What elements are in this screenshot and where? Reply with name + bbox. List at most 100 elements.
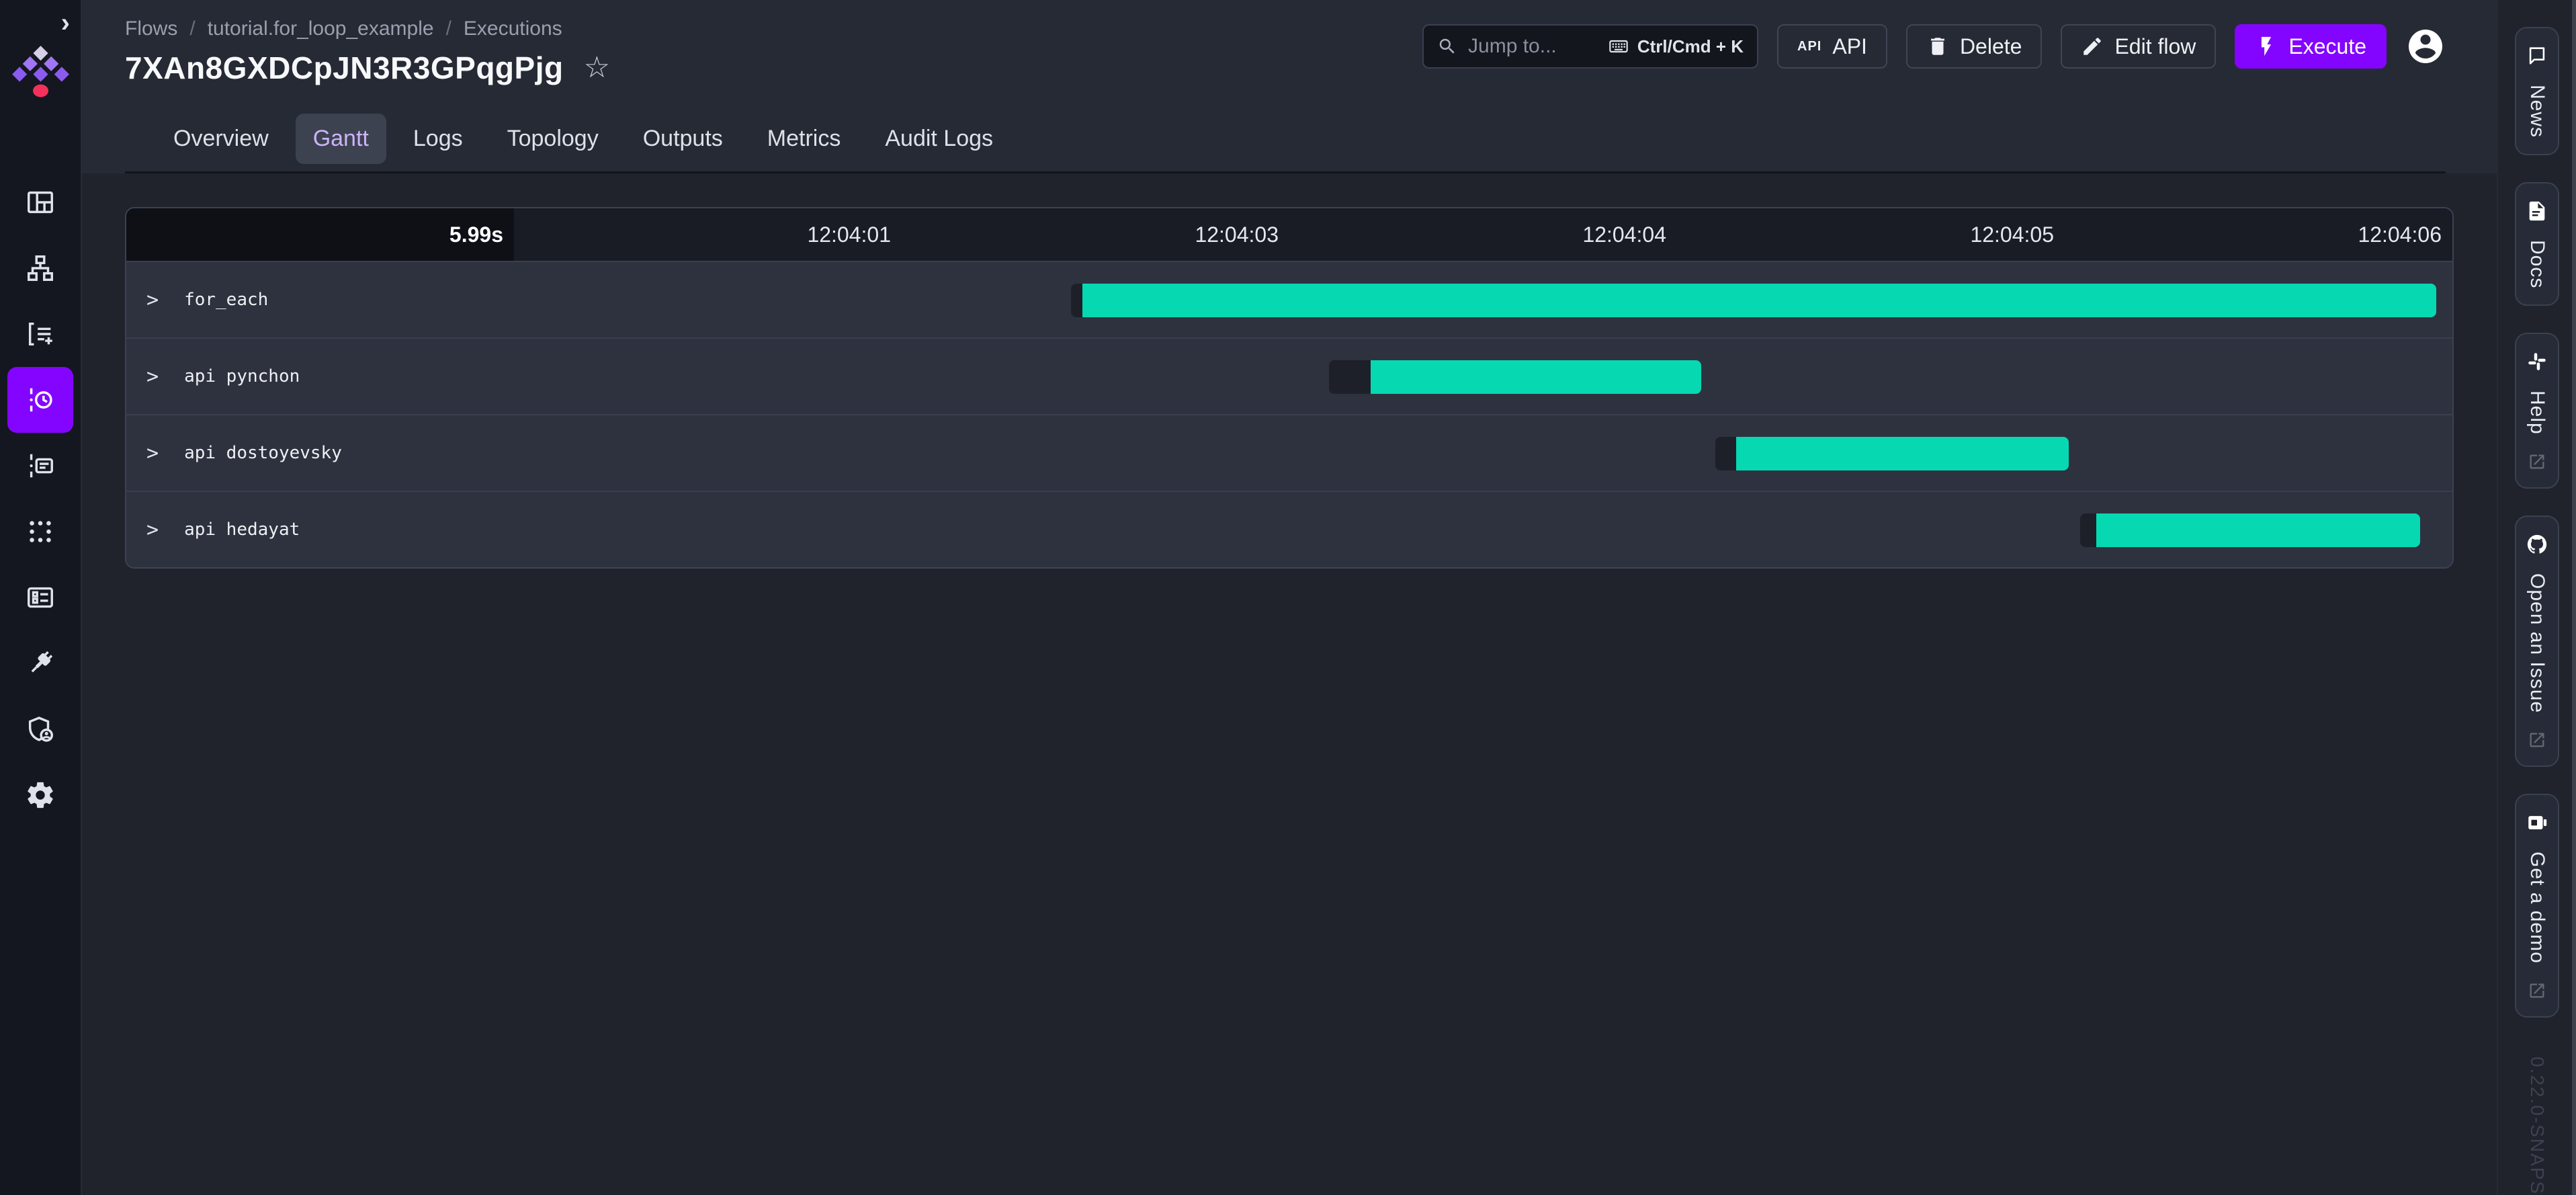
open-an-issue-label: Open an Issue [2526, 573, 2548, 713]
breadcrumb-flows[interactable]: Flows [125, 17, 177, 40]
gantt-panel: 5.99s 12:04:01 12:04:03 12:04:04 12:04:0… [125, 207, 2454, 569]
chevron-right-icon[interactable]: > [146, 288, 159, 312]
open-an-issue-button[interactable]: Open an Issue [2515, 516, 2559, 767]
right-rail: News Docs Help Open an Issue [2497, 0, 2576, 1195]
tab-audit-logs[interactable]: Audit Logs [867, 114, 1011, 164]
search-placeholder: Jump to... [1468, 35, 1597, 58]
gantt-bar-for-each[interactable] [1071, 284, 2436, 317]
gantt-bar-api-dostoyevsky[interactable] [1715, 437, 2069, 470]
task-name: api pynchon [184, 366, 300, 386]
gantt-row-api-hedayat[interactable]: > api hedayat [126, 491, 2452, 567]
tab-metrics[interactable]: Metrics [750, 114, 859, 164]
main-column: Flows / tutorial.for_loop_example / Exec… [82, 0, 2497, 1195]
gantt-duration-cell: 5.99s [126, 208, 514, 261]
gantt-bar-api-hedayat[interactable] [2080, 513, 2419, 547]
page-title: 7XAn8GXDCpJN3R3GPqgPjg [125, 50, 564, 86]
kestra-logo[interactable] [9, 43, 71, 102]
edit-flow-button[interactable]: Edit flow [2061, 24, 2216, 69]
chevron-right-icon[interactable]: > [146, 442, 159, 465]
search-input[interactable]: Jump to... Ctrl/Cmd + K [1422, 24, 1758, 69]
lightning-icon [2255, 35, 2278, 58]
bar-queued-segment [1329, 360, 1371, 394]
breadcrumb-separator: / [446, 17, 452, 40]
help-button[interactable]: Help [2515, 333, 2559, 489]
task-name: api hedayat [184, 520, 300, 540]
tab-topology[interactable]: Topology [490, 114, 616, 164]
tab-gantt[interactable]: Gantt [296, 114, 386, 164]
breadcrumb-namespace[interactable]: tutorial.for_loop_example [208, 17, 434, 40]
news-label: News [2526, 85, 2548, 138]
dashboard-icon [25, 187, 56, 218]
sidebar-item-blueprints[interactable] [7, 565, 73, 630]
gantt-tick: 12:04:01 [514, 208, 902, 261]
get-a-demo-button[interactable]: Get a demo [2515, 794, 2559, 1018]
task-name: api dostoyevsky [184, 443, 342, 463]
plugins-icon [25, 648, 56, 679]
executions-icon [25, 384, 56, 415]
pencil-icon [2081, 35, 2104, 58]
left-sidebar: › [0, 0, 82, 1195]
sidebar-item-settings[interactable] [7, 762, 73, 828]
sidebar-item-flows[interactable] [7, 235, 73, 301]
gantt-tick: 12:04:06 [2065, 208, 2452, 261]
gantt-time-axis: 5.99s 12:04:01 12:04:03 12:04:04 12:04:0… [126, 208, 2452, 261]
tab-logs[interactable]: Logs [396, 114, 480, 164]
app-version: 0.22.0-SNAPSH [2526, 1057, 2548, 1195]
keyboard-icon [1608, 36, 1629, 57]
tab-outputs[interactable]: Outputs [626, 114, 740, 164]
gantt-row-api-pynchon[interactable]: > api pynchon [126, 337, 2452, 414]
favorite-star-icon[interactable]: ☆ [584, 53, 610, 83]
api-button[interactable]: API API [1777, 24, 1887, 69]
news-bubble-icon [2526, 44, 2548, 67]
chevron-right-icon[interactable]: > [146, 518, 159, 542]
video-icon [2526, 811, 2548, 834]
tab-bar: Overview Gantt Logs Topology Outputs Met… [125, 106, 2446, 173]
vertical-scrollbar[interactable] [2572, 0, 2576, 1195]
sidebar-item-flow-editor[interactable] [7, 301, 73, 367]
bar-success-segment [1371, 360, 1701, 394]
sidebar-item-administration[interactable] [7, 696, 73, 762]
logs-icon [25, 450, 56, 481]
task-name: for_each [184, 290, 268, 310]
sidebar-item-apps[interactable] [7, 499, 73, 565]
chevron-right-icon[interactable]: > [146, 365, 159, 388]
sidebar-expand-chevron-icon[interactable]: › [61, 9, 70, 36]
bar-success-segment [1736, 437, 2069, 470]
search-icon [1437, 36, 1457, 56]
sidebar-item-plugins[interactable] [7, 630, 73, 696]
breadcrumb-executions[interactable]: Executions [464, 17, 562, 40]
gantt-tick: 12:04:04 [1289, 208, 1677, 261]
gantt-bar-api-pynchon[interactable] [1329, 360, 1701, 394]
gantt-row-api-dostoyevsky[interactable]: > api dostoyevsky [126, 414, 2452, 491]
user-avatar[interactable] [2405, 26, 2446, 67]
help-label: Help [2526, 390, 2548, 435]
trash-icon [1926, 35, 1949, 58]
get-a-demo-label: Get a demo [2526, 852, 2548, 964]
docs-button[interactable]: Docs [2515, 182, 2559, 306]
breadcrumb-separator: / [189, 17, 195, 40]
news-button[interactable]: News [2515, 27, 2559, 155]
sidebar-item-dashboard[interactable] [7, 169, 73, 235]
blueprints-icon [25, 582, 56, 613]
bar-success-segment [2096, 513, 2419, 547]
docs-label: Docs [2526, 240, 2548, 288]
tab-overview[interactable]: Overview [156, 114, 286, 164]
delete-button[interactable]: Delete [1906, 24, 2043, 69]
github-icon [2526, 533, 2548, 556]
document-icon [2526, 200, 2548, 222]
content-area: 5.99s 12:04:01 12:04:03 12:04:04 12:04:0… [82, 173, 2497, 1195]
slack-icon [2526, 350, 2548, 373]
gantt-row-for-each[interactable]: > for_each [126, 261, 2452, 337]
header-actions: Jump to... Ctrl/Cmd + K API API [1422, 24, 2446, 69]
external-link-icon [2528, 731, 2546, 749]
apps-icon [25, 516, 56, 547]
bar-success-segment [1082, 284, 2436, 317]
external-link-icon [2528, 452, 2546, 471]
flows-icon [25, 253, 56, 284]
topbar: Flows / tutorial.for_loop_example / Exec… [82, 0, 2497, 173]
external-link-icon [2528, 981, 2546, 1000]
sidebar-item-executions[interactable] [7, 367, 73, 433]
sidebar-item-logs[interactable] [7, 433, 73, 499]
execute-button[interactable]: Execute [2235, 24, 2387, 69]
gantt-tick: 12:04:05 [1677, 208, 2065, 261]
